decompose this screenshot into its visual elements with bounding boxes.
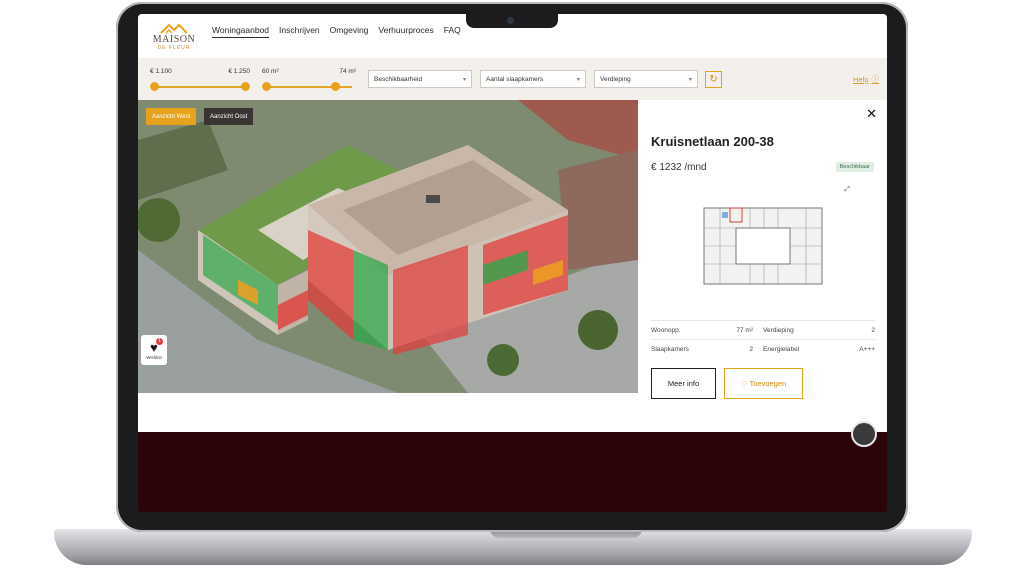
nav-faq[interactable]: FAQ <box>444 25 461 38</box>
floor-plan-image[interactable] <box>700 200 826 292</box>
wishlist-button[interactable]: ♥ 1 Wishlist <box>141 335 167 365</box>
availability-select[interactable]: Beschikbaarheid ▾ <box>368 70 472 88</box>
filter-bar: € 1.100 € 1.250 60 m² 74 m² Beschikbaarh… <box>138 58 887 100</box>
price-min-handle[interactable] <box>150 82 159 91</box>
close-button[interactable]: ✕ <box>866 106 877 122</box>
area-range-slider[interactable]: 60 m² 74 m² <box>262 64 356 94</box>
spec-value: 2 <box>871 326 875 334</box>
laptop-base <box>54 529 972 565</box>
screen: MAISON DE FLEUR Woningaanbod Inschrijven… <box>138 14 887 512</box>
laptop-mockup: MAISON DE FLEUR Woningaanbod Inschrijven… <box>0 0 1024 576</box>
nav-woningaanbod[interactable]: Woningaanbod <box>212 25 270 38</box>
spec-label: Slaapkamers <box>651 345 689 353</box>
price-max-handle[interactable] <box>241 82 250 91</box>
floor-select-label: Verdieping <box>600 75 631 83</box>
spec-row: Slaapkamers 2 Energielabel A+++ <box>651 339 875 358</box>
area-max-handle[interactable] <box>331 82 340 91</box>
heart-icon: ♥ 1 <box>150 337 163 354</box>
floor-select[interactable]: Verdieping ▾ <box>594 70 698 88</box>
nav-omgeving[interactable]: Omgeving <box>330 25 369 38</box>
reset-filters-button[interactable]: ↻ <box>705 70 722 88</box>
logo-title: MAISON <box>152 33 196 45</box>
question-circle-icon: ⓘ <box>871 75 880 84</box>
area-min-handle[interactable] <box>262 82 271 91</box>
reset-icon: ↻ <box>709 73 718 85</box>
unit-price: € 1232 /mnd <box>651 162 707 173</box>
help-link[interactable]: Help ⓘ <box>853 74 879 85</box>
building-viewer[interactable]: Aanzicht West Aanzicht Oost ♥ 1 Wishlist <box>138 100 638 393</box>
price-max-label: € 1.250 <box>228 68 250 75</box>
area-min-label: 60 m² <box>262 68 279 75</box>
status-badge: Beschikbaar <box>835 162 874 172</box>
chat-avatar[interactable] <box>851 421 877 447</box>
nav-inschrijven[interactable]: Inschrijven <box>279 25 320 38</box>
help-label: Help <box>853 75 869 84</box>
wishlist-label: Wishlist <box>146 354 162 360</box>
expand-icon[interactable]: ⤢ <box>844 186 850 194</box>
unit-title: Kruisnetlaan 200-38 <box>651 134 774 149</box>
bedrooms-select[interactable]: Aantal slaapkamers ▾ <box>480 70 586 88</box>
bedrooms-select-label: Aantal slaapkamers <box>486 75 544 83</box>
spec-value: 77 m² <box>736 326 753 334</box>
close-icon: ✕ <box>866 106 877 121</box>
spec-label: Energielabel <box>763 345 800 353</box>
price-track <box>154 86 246 88</box>
chevron-down-icon: ▾ <box>462 76 466 83</box>
nav-verhuurproces[interactable]: Verhuurproces <box>378 25 433 38</box>
chevron-down-icon: ▾ <box>576 76 580 83</box>
unit-detail-panel: ✕ Kruisnetlaan 200-38 € 1232 /mnd Beschi… <box>638 100 887 399</box>
camera-notch <box>466 14 558 28</box>
spec-label: Verdieping <box>763 326 794 334</box>
spec-label: Woonopp. <box>651 326 681 334</box>
main-nav: Woningaanbod Inschrijven Omgeving Verhuu… <box>212 25 461 38</box>
camera-icon <box>507 17 514 24</box>
spec-row: Woonopp. 77 m² Verdieping 2 <box>651 320 875 339</box>
tab-aanzicht-west[interactable]: Aanzicht West <box>146 108 197 125</box>
specs-table: Woonopp. 77 m² Verdieping 2 Slaapkamers … <box>651 320 875 358</box>
website: MAISON DE FLEUR Woningaanbod Inschrijven… <box>138 14 887 432</box>
price-min-label: € 1.100 <box>150 68 172 75</box>
add-to-wishlist-button[interactable]: ♡ Toevoegen <box>724 368 803 399</box>
more-info-button[interactable]: Meer info <box>651 368 716 399</box>
logo-roof-icon <box>160 23 188 34</box>
spec-value: 2 <box>749 345 753 353</box>
logo-subtitle: DE FLEUR <box>157 44 191 51</box>
logo[interactable]: MAISON DE FLEUR <box>150 16 198 56</box>
chevron-down-icon: ▾ <box>688 76 692 83</box>
tab-aanzicht-oost[interactable]: Aanzicht Oost <box>204 108 254 125</box>
building-render <box>138 100 638 393</box>
area-max-label: 74 m² <box>339 68 356 75</box>
spec-value: A+++ <box>859 345 875 353</box>
price-range-slider[interactable]: € 1.100 € 1.250 <box>150 64 250 94</box>
availability-select-label: Beschikbaarheid <box>374 75 423 83</box>
wishlist-count-badge: 1 <box>155 337 163 345</box>
